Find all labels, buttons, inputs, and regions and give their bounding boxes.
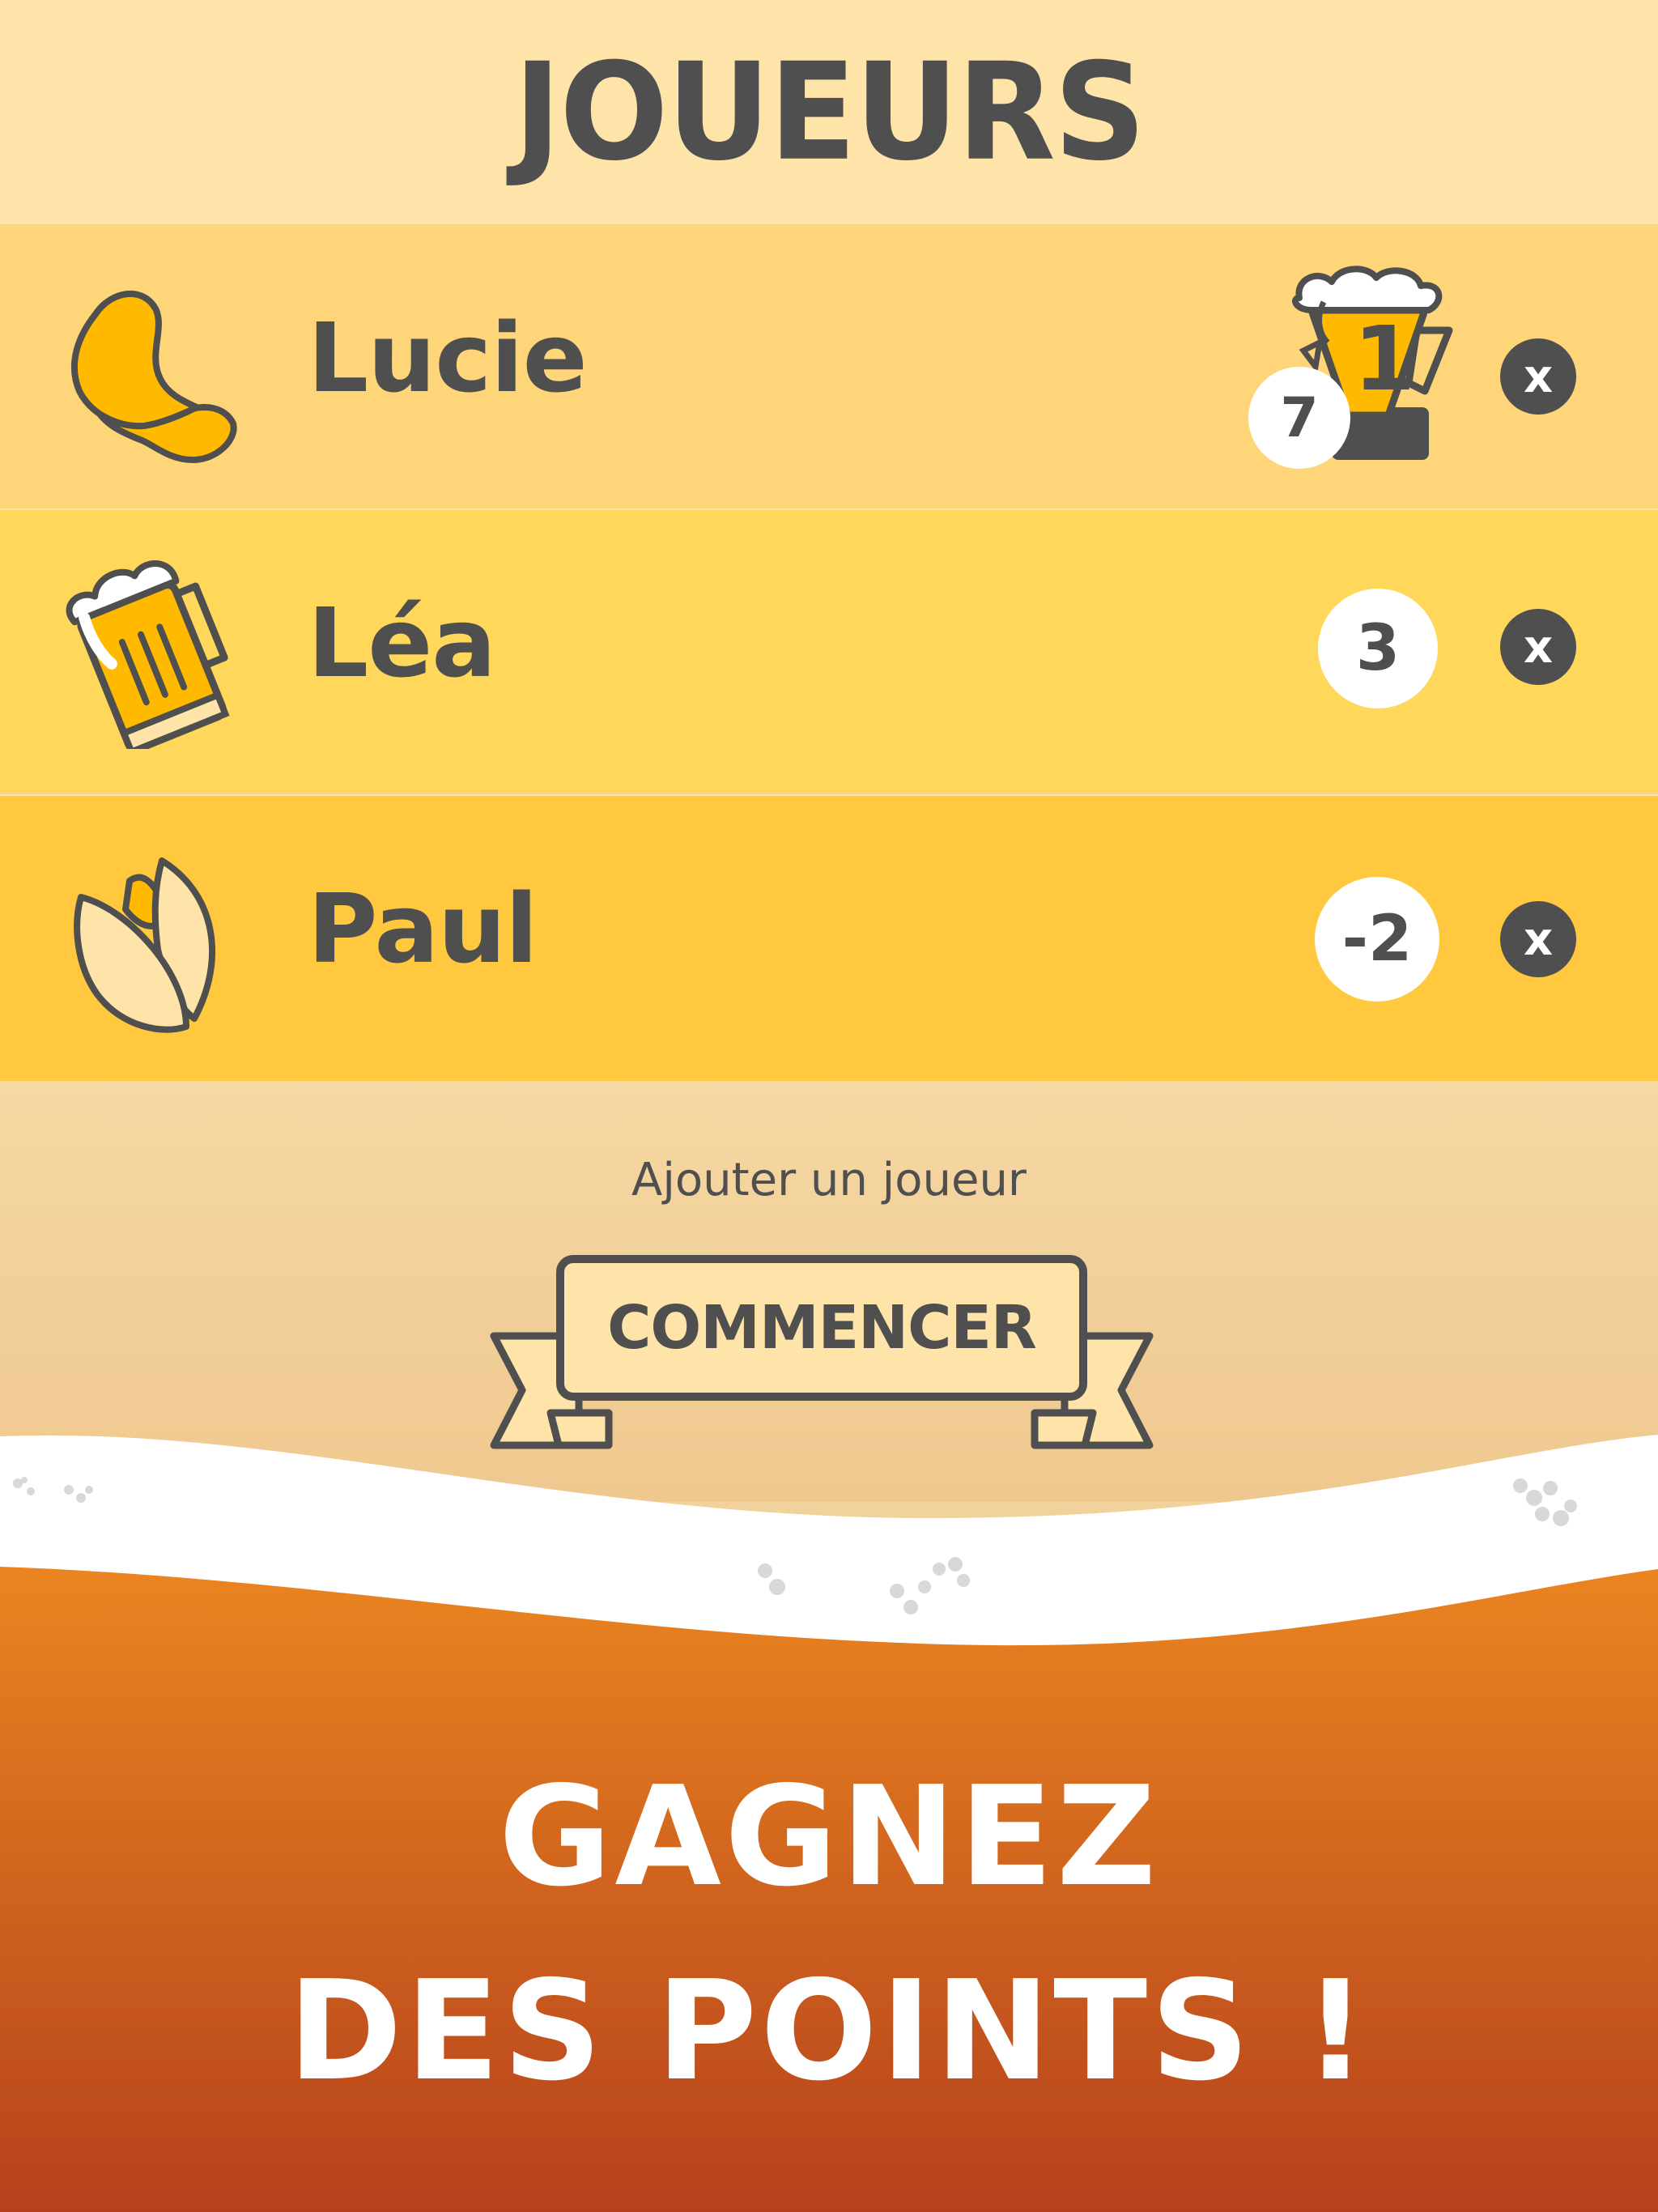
promo-line-2: DES POINTS ! (287, 1951, 1371, 2112)
chip-icon (70, 290, 237, 463)
player-row-lea[interactable]: Léa 3 x (0, 510, 1658, 793)
header: JOUEURS (0, 0, 1658, 224)
add-player-link[interactable]: Ajouter un joueur (0, 1154, 1658, 1206)
pistachio-icon (74, 857, 216, 1033)
beer-mug-icon (66, 560, 230, 749)
score-badge: 3 (1318, 589, 1438, 708)
player-name: Lucie (308, 302, 588, 414)
player-row-paul[interactable]: Paul -2 x (0, 796, 1658, 1081)
remove-player-button[interactable]: x (1500, 609, 1576, 685)
player-row-lucie[interactable]: Lucie 1 7 x (0, 225, 1658, 508)
start-button-label: COMMENCER (607, 1293, 1037, 1363)
rank-badge: 1 (1353, 307, 1416, 410)
score-badge: -2 (1315, 877, 1439, 1002)
promo-line-1: GAGNEZ (498, 1757, 1160, 1917)
player-name: Paul (308, 873, 538, 985)
player-name: Léa (308, 587, 496, 699)
remove-player-button[interactable]: x (1500, 338, 1576, 415)
remove-player-button[interactable]: x (1500, 901, 1576, 977)
page-title: JOUEURS (513, 33, 1146, 191)
score-badge: 7 (1248, 367, 1350, 469)
